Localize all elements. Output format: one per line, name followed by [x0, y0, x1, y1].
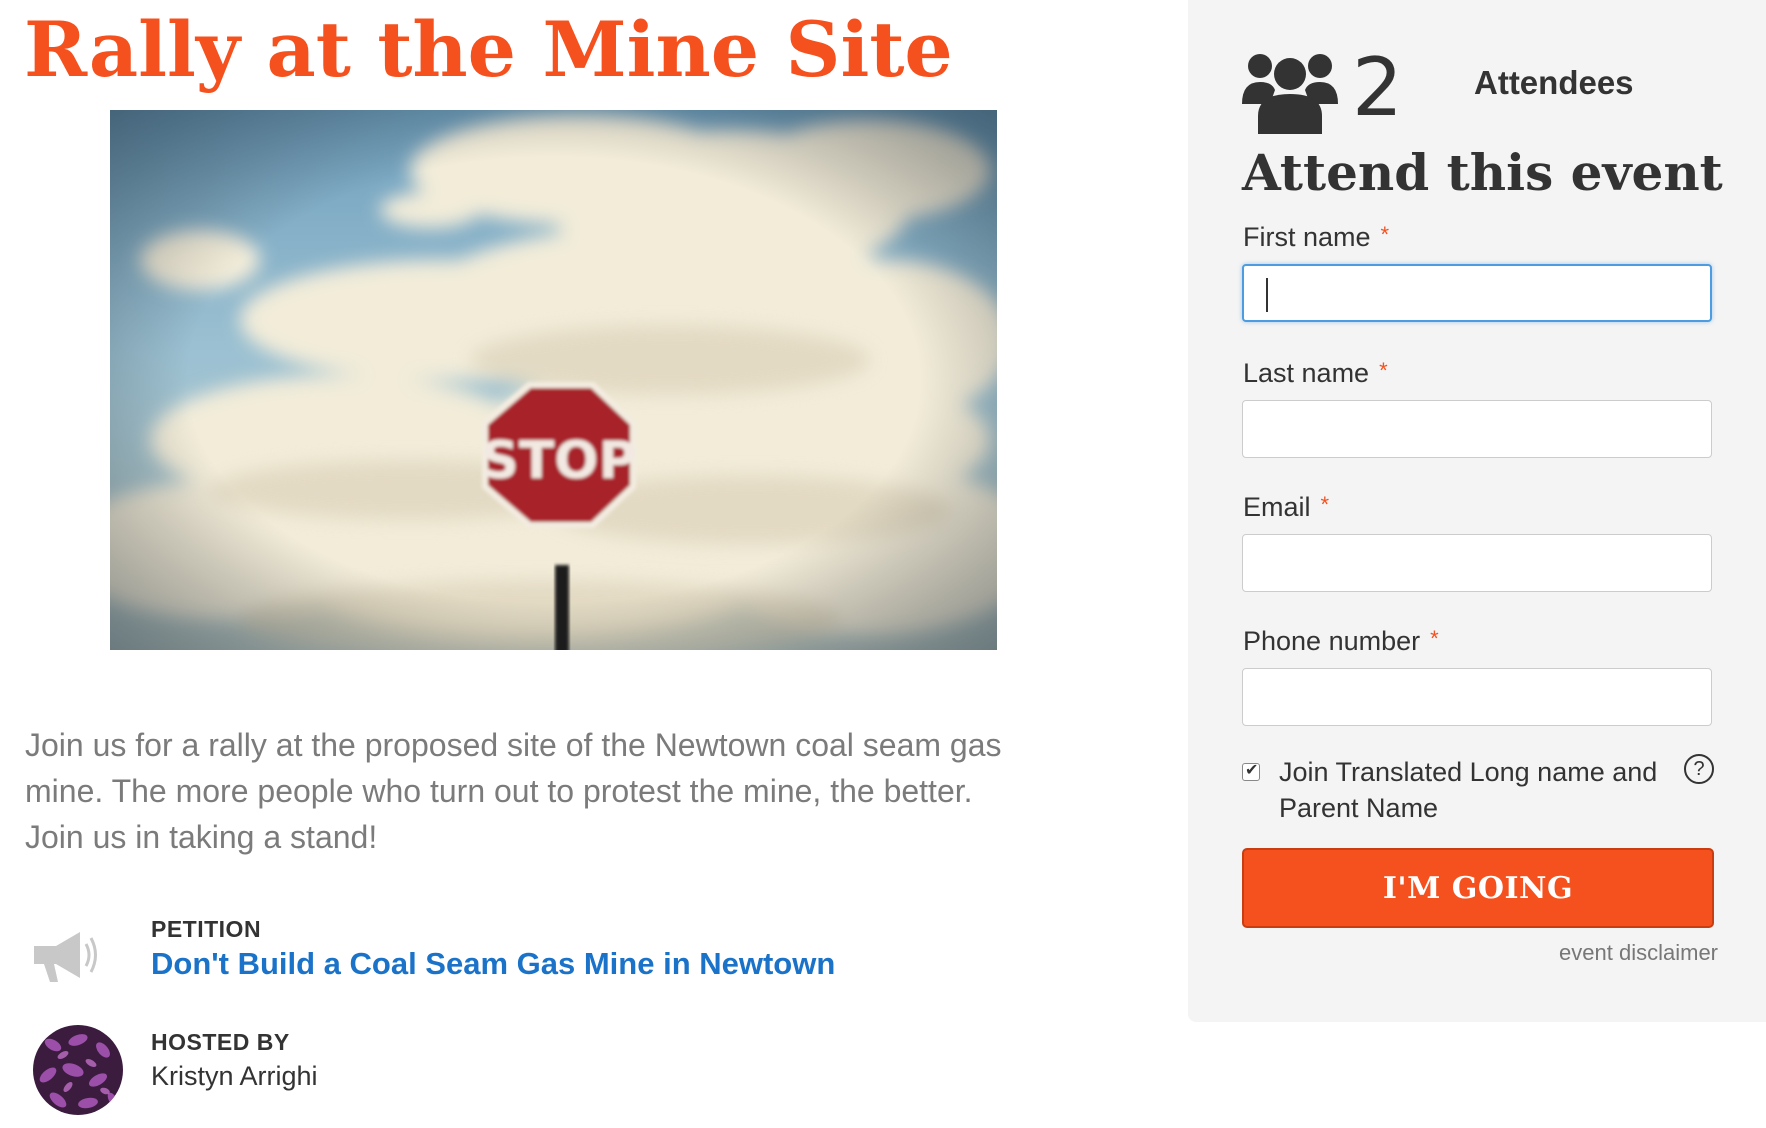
host-section: HOSTED BY Kristyn Arrighi: [33, 1025, 1033, 1120]
first-name-label: First name *: [1243, 222, 1389, 253]
event-hero-image: STOP: [110, 110, 997, 650]
phone-label: Phone number *: [1243, 626, 1439, 657]
required-marker: *: [1430, 626, 1439, 651]
stop-sign-text: STOP: [481, 431, 636, 491]
petition-link[interactable]: Don't Build a Coal Seam Gas Mine in Newt…: [151, 946, 835, 982]
im-going-button[interactable]: I'M GOING: [1242, 848, 1714, 928]
avatar-image: [33, 1025, 123, 1115]
join-group-checkbox[interactable]: ✔: [1242, 762, 1260, 781]
rsvp-sidebar: 2 Attendees Attend this event First name…: [1188, 0, 1766, 1022]
phone-label-text: Phone number: [1243, 626, 1421, 656]
host-label: HOSTED BY: [151, 1029, 290, 1055]
host-name: Kristyn Arrighi: [151, 1061, 318, 1091]
form-heading: Attend this event: [1242, 143, 1723, 202]
required-marker: *: [1380, 222, 1390, 247]
host-avatar: [33, 1025, 123, 1115]
stop-sign-photo: STOP: [110, 110, 997, 650]
required-marker: *: [1320, 492, 1330, 517]
join-group-label[interactable]: Join Translated Long name and Parent Nam…: [1279, 754, 1679, 826]
email-label: Email *: [1243, 492, 1329, 523]
last-name-label-text: Last name: [1243, 358, 1370, 388]
attendee-summary: 2 Attendees: [1242, 38, 1742, 138]
required-marker: *: [1379, 358, 1388, 383]
phone-input[interactable]: [1242, 668, 1712, 726]
petition-label: PETITION: [151, 916, 262, 942]
attendee-label: Attendees: [1474, 64, 1634, 101]
join-group-row: ✔ Join Translated Long name and Parent N…: [1242, 754, 1742, 838]
email-label-text: Email: [1243, 492, 1311, 522]
event-disclaimer-link[interactable]: event disclaimer: [1559, 940, 1718, 966]
group-icon: [1242, 54, 1338, 134]
attendee-count: 2: [1352, 41, 1403, 134]
event-title: Rally at the Mine Site: [24, 5, 953, 94]
first-name-label-text: First name: [1243, 222, 1371, 252]
first-name-input[interactable]: [1242, 264, 1712, 322]
text-caret: [1266, 278, 1268, 312]
megaphone-icon: [34, 932, 97, 982]
event-page: Rally at the Mine Site STOP Join us for …: [0, 0, 1766, 1128]
email-input[interactable]: [1242, 534, 1712, 592]
last-name-label: Last name *: [1243, 358, 1388, 389]
last-name-input[interactable]: [1242, 400, 1712, 458]
help-icon[interactable]: ?: [1684, 754, 1714, 784]
check-icon: ✔: [1245, 762, 1259, 779]
event-description: Join us for a rally at the proposed site…: [25, 727, 1002, 855]
petition-section: PETITION Don't Build a Coal Seam Gas Min…: [30, 910, 1030, 1000]
